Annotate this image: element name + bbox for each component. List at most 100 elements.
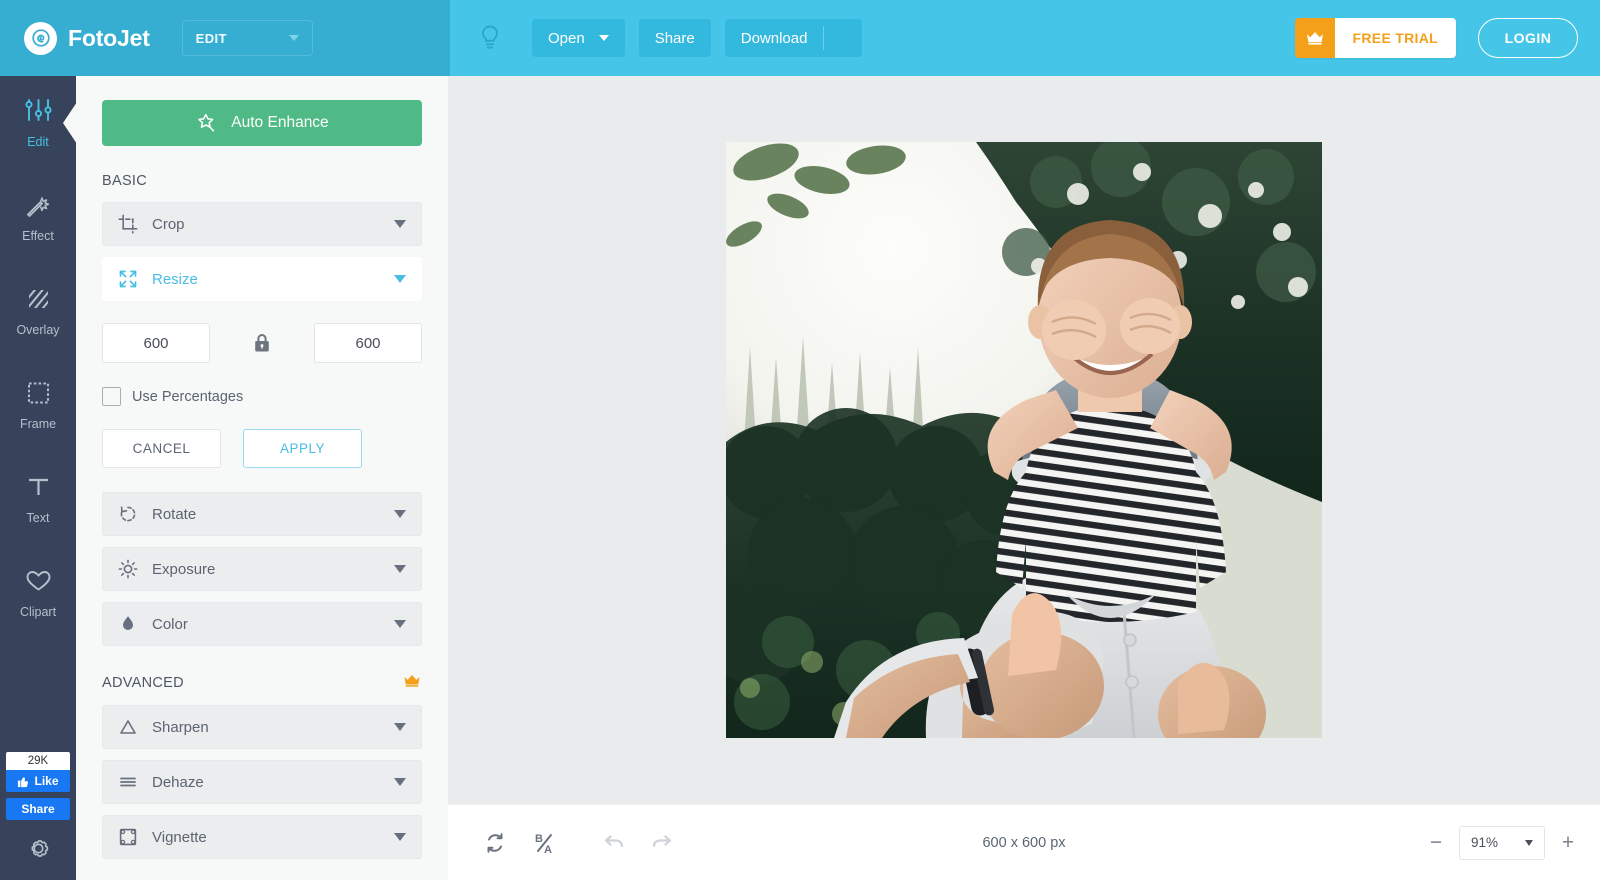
apply-label: APPLY: [279, 441, 326, 456]
chevron-down-icon: [598, 35, 609, 41]
download-button[interactable]: Download: [725, 19, 824, 57]
chevron-down-icon: [394, 275, 406, 283]
chevron-down-icon: [394, 510, 406, 518]
width-input[interactable]: 600: [102, 323, 210, 363]
use-percentages-label: Use Percentages: [132, 388, 244, 405]
text-t-icon: [25, 474, 52, 505]
tool-row-vignette[interactable]: Vignette: [102, 815, 422, 859]
tool-row-label: Color: [152, 615, 188, 633]
edited-photo[interactable]: laracal: [726, 142, 1322, 738]
tool-row-exposure[interactable]: Exposure: [102, 547, 422, 591]
brand-logo[interactable]: FotoJet: [24, 21, 150, 55]
auto-enhance-button[interactable]: Auto Enhance: [102, 100, 422, 146]
facebook-like-button[interactable]: Like: [6, 770, 70, 792]
open-button-label: Open: [548, 29, 585, 47]
facebook-share-label: Share: [6, 798, 70, 820]
facebook-like-widget[interactable]: 29K Like: [6, 752, 70, 792]
chevron-down-icon: [394, 723, 406, 731]
sidebar-item-label: Text: [26, 510, 50, 525]
frame-icon: [25, 380, 52, 411]
sidebar-item-label: Frame: [19, 416, 57, 431]
mode-select-edit[interactable]: EDIT: [181, 20, 313, 56]
redo-button[interactable]: [638, 823, 688, 863]
lock-closed-icon: [255, 334, 269, 352]
bottom-toolbar: B A 600 x 600 px − 91% +: [448, 804, 1600, 880]
download-dropdown-button[interactable]: [824, 19, 862, 57]
zoom-level-value: 91%: [1471, 835, 1499, 850]
chevron-down-icon: [394, 833, 406, 841]
zoom-controls: − 91% +: [1426, 825, 1578, 860]
chevron-down-icon: [394, 220, 406, 228]
fotojet-editor-app: FotoJet EDIT Open Share Download FREE TR…: [0, 0, 1600, 880]
undo-button[interactable]: [588, 823, 638, 863]
free-trial-label: FREE TRIAL: [1334, 18, 1456, 58]
tool-row-dehaze[interactable]: Dehaze: [102, 760, 422, 804]
hatch-square-icon: [25, 286, 52, 317]
triangle-icon: [118, 717, 144, 737]
sidebar-item-label: Effect: [22, 228, 54, 243]
open-button[interactable]: Open: [532, 19, 625, 57]
crown-icon: [402, 673, 422, 692]
chevron-down-icon: [394, 620, 406, 628]
download-button-group: Download: [724, 19, 863, 57]
crop-icon: [118, 214, 144, 234]
app-header: FotoJet EDIT Open Share Download FREE TR…: [0, 0, 1600, 76]
tool-row-label: Vignette: [152, 828, 207, 846]
login-label: LOGIN: [1504, 30, 1552, 46]
apply-button[interactable]: APPLY: [243, 429, 362, 468]
height-value: 600: [355, 334, 381, 352]
zoom-out-button[interactable]: −: [1426, 831, 1446, 855]
fotojet-logo-icon: [24, 21, 57, 55]
settings-button[interactable]: [26, 836, 51, 866]
facebook-share-widget[interactable]: Share: [6, 795, 70, 820]
sliders-icon: [24, 98, 53, 129]
download-button-label: Download: [740, 29, 808, 47]
gear-icon: [31, 840, 48, 857]
sidebar-item-edit[interactable]: Edit: [0, 76, 77, 170]
canvas-area[interactable]: laracal: [448, 76, 1600, 804]
use-percentages-checkbox[interactable]: [102, 387, 121, 406]
sidebar-item-overlay[interactable]: Overlay: [0, 264, 76, 358]
use-percentages-row[interactable]: Use Percentages: [102, 387, 422, 406]
chevron-down-icon: [394, 565, 406, 573]
tool-row-rotate[interactable]: Rotate: [102, 492, 422, 536]
sidebar-item-effect[interactable]: Effect: [0, 170, 76, 264]
free-trial-button[interactable]: FREE TRIAL: [1294, 18, 1456, 58]
tool-row-resize[interactable]: Resize: [102, 257, 422, 301]
reset-icon: [487, 832, 503, 853]
aspect-lock-button[interactable]: [242, 332, 282, 354]
section-title-basic: BASIC: [102, 173, 148, 189]
sidebar-item-text[interactable]: Text: [0, 452, 76, 546]
zoom-in-button[interactable]: +: [1558, 831, 1578, 855]
lines-icon: [118, 772, 144, 792]
vignette-icon: [118, 827, 144, 847]
rail-bottom-section: 29K Like Share: [0, 752, 76, 880]
mode-select-label: EDIT: [195, 30, 227, 46]
tool-row-sharpen[interactable]: Sharpen: [102, 705, 422, 749]
svg-text:B: B: [535, 833, 543, 845]
zoom-level-select[interactable]: 91%: [1459, 825, 1545, 860]
edit-tools-panel: Auto Enhance BASIC Crop Resize 600 600 U…: [76, 76, 448, 880]
sidebar-item-clipart[interactable]: Clipart: [0, 546, 76, 640]
before-after-icon: B A: [535, 833, 552, 856]
sparkle-star-icon: [198, 113, 215, 132]
header-right-section: Open Share Download FREE TRIAL LOGIN: [450, 0, 1600, 76]
login-button[interactable]: LOGIN: [1478, 18, 1578, 58]
share-button[interactable]: Share: [638, 19, 711, 57]
tool-row-crop[interactable]: Crop: [102, 202, 422, 246]
lightbulb-tips-icon[interactable]: [470, 24, 510, 52]
thumbs-up-icon: [18, 776, 29, 787]
cancel-button[interactable]: CANCEL: [102, 429, 221, 468]
header-left-section: FotoJet EDIT: [0, 0, 450, 76]
auto-enhance-label: Auto Enhance: [231, 114, 329, 131]
chevron-down-icon: [394, 778, 406, 786]
chevron-down-icon: [288, 35, 299, 41]
height-input[interactable]: 600: [314, 323, 422, 363]
tool-row-label: Resize: [152, 270, 198, 288]
tool-row-color[interactable]: Color: [102, 602, 422, 646]
sidebar-item-frame[interactable]: Frame: [0, 358, 76, 452]
sidebar-item-label: Clipart: [19, 604, 57, 619]
section-title-advanced-row: ADVANCED: [102, 673, 422, 692]
before-after-button[interactable]: B A: [520, 823, 570, 863]
reset-button[interactable]: [470, 823, 520, 863]
